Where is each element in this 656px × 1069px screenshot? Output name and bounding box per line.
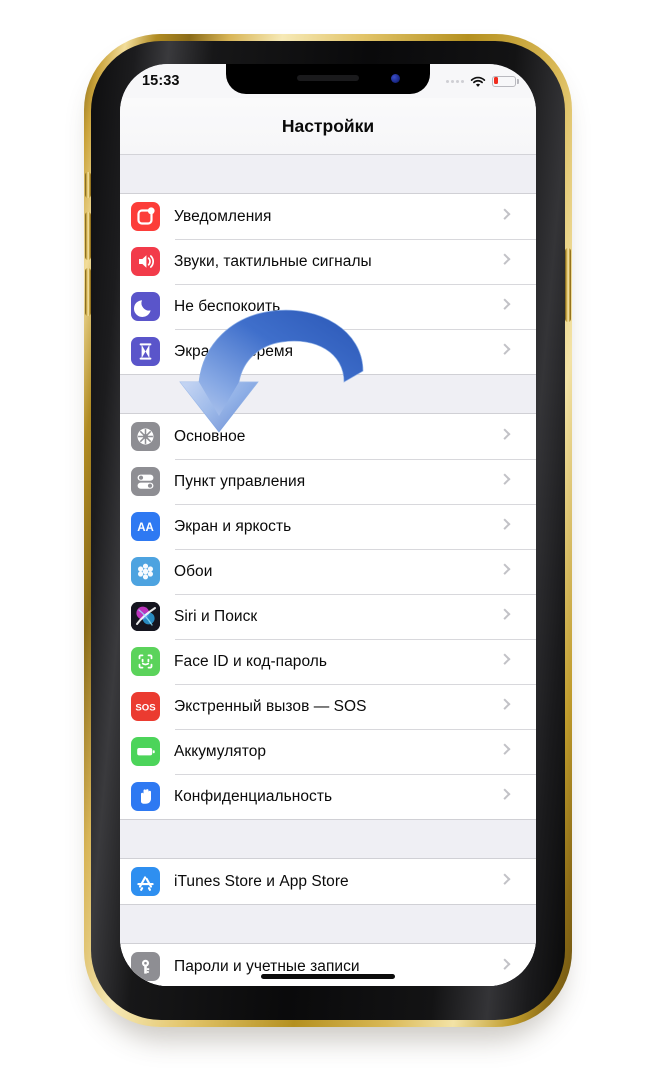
settings-row[interactable]: Face ID и код-пароль <box>120 639 536 684</box>
disclosure-chevron-icon <box>499 859 522 904</box>
disclosure-chevron-icon <box>499 414 522 459</box>
disclosure-chevron-icon <box>499 194 522 239</box>
settings-row-label: Siri и Поиск <box>174 607 258 625</box>
sos-icon: SOS <box>131 692 160 721</box>
settings-row-label: Уведомления <box>174 207 272 225</box>
home-indicator[interactable] <box>261 974 395 979</box>
settings-row-label: Экран и яркость <box>174 517 292 535</box>
face-id-icon <box>131 647 160 676</box>
settings-row[interactable]: Уведомления <box>120 194 536 239</box>
svg-text:SOS: SOS <box>135 702 156 713</box>
settings-row-label: Конфиденциальность <box>174 787 333 805</box>
settings-row[interactable]: Основное <box>120 414 536 459</box>
list-group-gap <box>120 155 536 193</box>
disclosure-chevron-icon <box>499 504 522 549</box>
wallpaper-icon <box>131 557 160 586</box>
settings-row-label: Пароли и учетные записи <box>174 957 360 975</box>
settings-row[interactable]: Пункт управления <box>120 459 536 504</box>
disclosure-chevron-icon <box>499 329 522 374</box>
settings-row-label: Face ID и код-пароль <box>174 652 328 670</box>
settings-row[interactable]: Звуки, тактильные сигналы <box>120 239 536 284</box>
settings-row-label: iTunes Store и App Store <box>174 872 349 890</box>
settings-group: Пароли и учетные записи <box>120 943 536 986</box>
settings-group: Основное Пункт управления AA Экран и ярк… <box>120 413 536 820</box>
earpiece-speaker-icon <box>297 75 359 81</box>
battery-low-icon <box>492 75 519 87</box>
silent-switch-button[interactable] <box>85 172 91 198</box>
settings-row[interactable]: Siri и Поиск <box>120 594 536 639</box>
volume-down-button[interactable] <box>85 268 91 316</box>
disclosure-chevron-icon <box>499 284 522 329</box>
settings-row[interactable]: SOS Экстренный вызов — SOS <box>120 684 536 729</box>
settings-row-label: Звуки, тактильные сигналы <box>174 252 372 270</box>
screenshot-canvas: 15:33 Настройки Уведомления Звуки, такти… <box>0 0 656 1069</box>
display-brightness-icon: AA <box>131 512 160 541</box>
privacy-hand-icon <box>131 782 160 811</box>
notifications-icon <box>131 202 160 231</box>
power-button[interactable] <box>565 248 571 322</box>
settings-row-label: Аккумулятор <box>174 742 267 760</box>
disclosure-chevron-icon <box>499 459 522 504</box>
disclosure-chevron-icon <box>499 774 522 819</box>
settings-row[interactable]: Аккумулятор <box>120 729 536 774</box>
control-center-icon <box>131 467 160 496</box>
settings-row[interactable]: Конфиденциальность <box>120 774 536 819</box>
settings-row-label: Пункт управления <box>174 472 306 490</box>
settings-row[interactable]: iTunes Store и App Store <box>120 859 536 904</box>
disclosure-chevron-icon <box>499 239 522 284</box>
status-bar-indicators <box>446 75 520 87</box>
volume-up-button[interactable] <box>85 212 91 260</box>
battery-settings-icon <box>131 737 160 766</box>
navigation-bar: Настройки <box>120 98 536 155</box>
disclosure-chevron-icon <box>499 594 522 639</box>
settings-row[interactable]: AA Экран и яркость <box>120 504 536 549</box>
list-group-gap <box>120 375 536 413</box>
settings-row-label: Основное <box>174 427 246 445</box>
disclosure-chevron-icon <box>499 549 522 594</box>
general-gear-icon <box>131 422 160 451</box>
signal-dots-icon <box>446 79 464 83</box>
settings-row[interactable]: Не беспокоить <box>120 284 536 329</box>
wifi-icon <box>470 75 486 87</box>
screen-time-icon <box>131 337 160 366</box>
phone-screen: 15:33 Настройки Уведомления Звуки, такти… <box>120 64 536 986</box>
page-title: Настройки <box>281 115 375 136</box>
disclosure-chevron-icon <box>499 684 522 729</box>
settings-row-label: Экстренный вызов — SOS <box>174 697 367 715</box>
disclosure-chevron-icon <box>499 944 522 986</box>
settings-row-label: Обои <box>174 562 213 580</box>
settings-group: iTunes Store и App Store <box>120 858 536 905</box>
settings-row-label: Экранное время <box>174 342 294 360</box>
list-group-gap <box>120 820 536 858</box>
list-group-gap <box>120 905 536 943</box>
settings-row-label: Не беспокоить <box>174 297 281 315</box>
status-bar-time: 15:33 <box>142 73 180 89</box>
notch <box>226 64 430 94</box>
app-store-icon <box>131 867 160 896</box>
settings-row[interactable]: Экранное время <box>120 329 536 374</box>
siri-icon <box>131 602 160 631</box>
settings-list[interactable]: Уведомления Звуки, тактильные сигналы Не… <box>120 155 536 986</box>
settings-group: Уведомления Звуки, тактильные сигналы Не… <box>120 193 536 375</box>
passwords-key-icon <box>131 952 160 981</box>
do-not-disturb-icon <box>131 292 160 321</box>
settings-row[interactable]: Пароли и учетные записи <box>120 944 536 986</box>
settings-row[interactable]: Обои <box>120 549 536 594</box>
disclosure-chevron-icon <box>499 639 522 684</box>
disclosure-chevron-icon <box>499 729 522 774</box>
sounds-icon <box>131 247 160 276</box>
svg-text:AA: AA <box>137 522 154 534</box>
front-camera-icon <box>391 74 400 83</box>
